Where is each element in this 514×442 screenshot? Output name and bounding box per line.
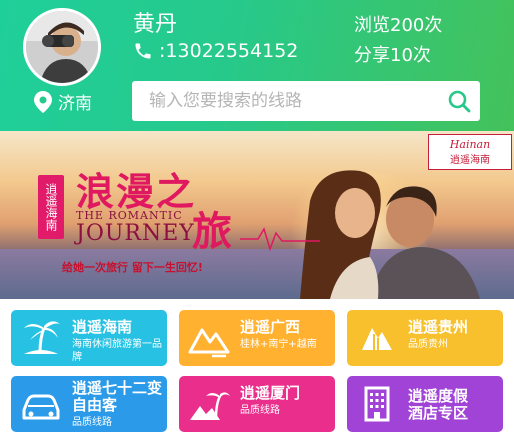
banner-badge: 逍遥海南	[38, 175, 64, 239]
views-count: 浏览200次	[354, 15, 443, 36]
tile-hainan[interactable]: 逍遥海南 海南休闲旅游第一品牌	[11, 310, 167, 366]
location-city: 济南	[58, 94, 92, 114]
profile-header: 黄丹 :13022554152 浏览200次 分享10次 济南	[0, 0, 514, 131]
search-bar	[132, 81, 480, 121]
brand-logo-text: 逍遥海南	[450, 155, 490, 166]
palm-island-icon	[190, 392, 230, 420]
tile-free-travel[interactable]: 逍遥七十二变 自由客 品质线路	[11, 376, 167, 432]
search-input[interactable]	[149, 91, 439, 111]
tile-title: 逍遥度假 酒店专区	[408, 388, 468, 422]
promo-banner[interactable]: 逍遥海南 浪漫之 旅 THE ROMANTIC JOURNEY 给她一次旅行 留…	[0, 131, 514, 299]
tile-title: 逍遥海南	[72, 318, 133, 336]
hotel-icon	[364, 386, 390, 422]
banner-title: 浪漫之	[76, 170, 197, 214]
car-icon	[22, 394, 60, 420]
couple-image	[300, 170, 480, 299]
mountain-icon	[188, 328, 230, 358]
tile-subtitle: 品质线路	[72, 417, 112, 428]
tile-xiamen[interactable]: 逍遥厦门 品质线路	[179, 376, 335, 432]
location-pin-icon	[34, 90, 52, 113]
tile-title: 逍遥贵州	[408, 318, 469, 336]
user-name: 黄丹	[133, 12, 178, 37]
heartbeat-line-icon	[240, 227, 320, 252]
banner-title-char: 旅	[192, 209, 232, 255]
palm-island-icon	[24, 321, 60, 354]
waterfall-icon	[362, 328, 392, 350]
tile-title: 逍遥广西	[240, 318, 301, 336]
avatar-photo	[26, 11, 98, 83]
tile-title: 逍遥厦门	[240, 384, 301, 402]
tile-guizhou[interactable]: 逍遥贵州 品质贵州	[347, 310, 503, 366]
location-selector[interactable]: 济南	[34, 89, 92, 114]
banner-subtitle-journey: JOURNEY	[76, 221, 195, 246]
tile-title: 逍遥七十二变 自由客	[72, 380, 162, 414]
phone-number: :13022554152	[159, 40, 299, 62]
shares-count: 分享10次	[354, 45, 431, 66]
tile-title-line2: 自由客	[72, 396, 118, 414]
banner-slogan: 给她一次旅行 留下一生回忆!	[62, 261, 203, 274]
tile-subtitle: 桂林+南宁+越南	[240, 339, 317, 350]
tile-subtitle-text: 海南休闲旅游第一品牌	[72, 339, 162, 363]
tile-guangxi[interactable]: 逍遥广西 桂林+南宁+越南	[179, 310, 335, 366]
phone-row[interactable]: :13022554152	[133, 40, 298, 62]
tile-title-line2: 酒店专区	[408, 404, 469, 422]
tile-subtitle: 品质贵州	[408, 339, 448, 350]
tile-hotel[interactable]: 逍遥度假 酒店专区	[347, 376, 503, 432]
tile-subtitle: 海南休闲旅游第一品牌	[72, 338, 164, 364]
tile-title-line1: 逍遥度假	[408, 387, 469, 405]
avatar[interactable]	[23, 8, 101, 86]
tile-title-line1: 逍遥七十二变	[72, 379, 163, 397]
tile-subtitle: 品质线路	[240, 405, 280, 416]
search-icon[interactable]	[447, 89, 471, 113]
phone-icon	[135, 43, 151, 59]
brand-logo-script: Hainan	[449, 138, 491, 151]
brand-logo: Hainan 逍遥海南	[428, 134, 512, 170]
